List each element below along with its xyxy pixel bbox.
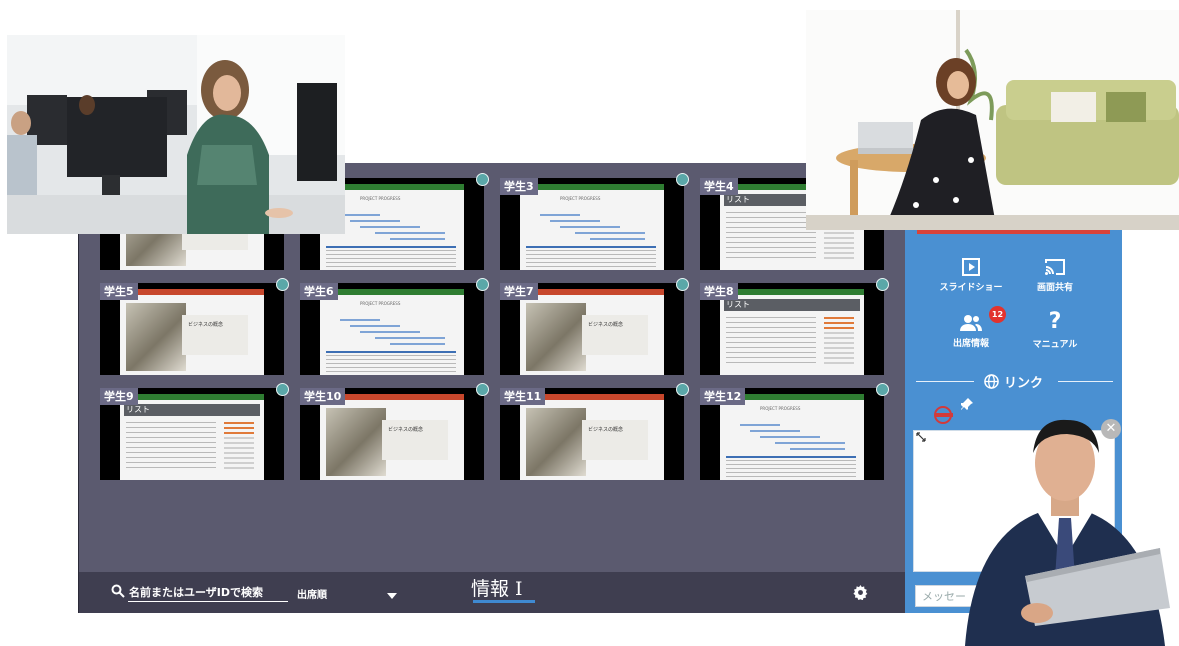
screen-thumbnail: PROJECT PROGRESS — [720, 394, 864, 480]
student-tile[interactable]: リスト 学生8 — [700, 278, 889, 375]
screen-thumbnail: リスト — [120, 394, 264, 480]
screen-thumbnail: PROJECT PROGRESS — [520, 184, 664, 270]
attendance-label: 出席情報 — [952, 339, 989, 349]
gear-icon[interactable] — [853, 585, 868, 600]
screen-thumbnail: ビジネスの概念 — [520, 394, 664, 480]
slideshow-button[interactable]: スライドショー — [936, 258, 1006, 293]
student-tile[interactable]: ビジネスの概念 学生10 — [300, 383, 489, 480]
screen-thumbnail: PROJECT PROGRESS — [320, 289, 464, 375]
list-title: リスト — [126, 405, 150, 414]
chart-title: PROJECT PROGRESS — [760, 406, 801, 411]
chart-title: PROJECT PROGRESS — [360, 196, 401, 201]
list-title: リスト — [726, 300, 750, 309]
slideshow-label: スライドショー — [939, 283, 1003, 293]
chart-title: PROJECT PROGRESS — [560, 196, 601, 201]
list-title: リスト — [726, 195, 750, 204]
student-tile[interactable]: PROJECT PROGRESS 学生6 — [300, 278, 489, 375]
screen-share-label: 画面共有 — [1036, 283, 1073, 293]
link-divider-left — [916, 381, 974, 382]
student-name-label: 学生4 — [700, 178, 738, 195]
people-icon — [960, 315, 982, 331]
student-name-label: 学生7 — [500, 283, 538, 300]
student-tile[interactable]: PROJECT PROGRESS 学生3 — [500, 173, 689, 270]
link-section-title: リンク — [1004, 376, 1044, 391]
status-dot-icon — [676, 278, 689, 291]
status-dot-icon — [476, 173, 489, 186]
student-name-label: 学生3 — [500, 178, 538, 195]
screen-thumbnail: ビジネスの概念 — [320, 394, 464, 480]
globe-icon — [984, 374, 999, 389]
slide-title: ビジネスの概念 — [588, 427, 624, 433]
manual-button[interactable]: ? マニュアル — [1020, 309, 1090, 351]
student-name-label: 学生6 — [300, 283, 338, 300]
home-photo — [806, 10, 1179, 230]
slide-title: ビジネスの概念 — [388, 427, 424, 433]
search-input[interactable]: 名前またはユーザIDで検索 — [129, 584, 263, 600]
student-name-label: 学生8 — [700, 283, 738, 300]
status-dot-icon — [476, 383, 489, 396]
sort-select[interactable]: 出席順 — [297, 586, 327, 601]
logo-icon[interactable] — [932, 405, 956, 425]
course-title: 情報 I — [471, 578, 523, 600]
student-name-label: 学生11 — [500, 388, 546, 405]
student-tile[interactable]: ビジネスの概念 学生5 — [100, 278, 289, 375]
manual-label: マニュアル — [1032, 340, 1078, 350]
status-dot-icon — [276, 383, 289, 396]
link-divider-right — [1058, 381, 1113, 382]
chart-title: PROJECT PROGRESS — [360, 301, 401, 306]
screen-thumbnail: ビジネスの概念 — [120, 289, 264, 375]
student-name-label: 学生10 — [300, 388, 346, 405]
screen-thumbnail: ビジネスの概念 — [520, 289, 664, 375]
status-dot-icon — [676, 383, 689, 396]
expand-icon[interactable] — [916, 432, 926, 442]
status-dot-icon — [876, 383, 889, 396]
screen-share-button[interactable]: 画面共有 — [1020, 258, 1090, 293]
student-tile[interactable]: PROJECT PROGRESS 学生12 — [700, 383, 889, 480]
attendance-count-badge: 12 — [989, 306, 1006, 323]
status-dot-icon — [876, 278, 889, 291]
play-icon — [962, 258, 980, 276]
student-name-label: 学生5 — [100, 283, 138, 300]
search-icon[interactable] — [111, 584, 125, 598]
student-tile[interactable]: ビジネスの概念 学生7 — [500, 278, 689, 375]
search-underline — [128, 601, 288, 602]
screen-thumbnail: リスト — [720, 289, 864, 375]
course-title-underline — [473, 600, 535, 603]
help-icon: ? — [1048, 309, 1062, 334]
businessman-photo — [955, 408, 1179, 646]
cast-icon — [1045, 259, 1065, 275]
slide-title: ビジネスの概念 — [588, 322, 624, 328]
classroom-photo — [7, 35, 345, 234]
chevron-down-icon[interactable] — [387, 593, 397, 599]
status-dot-icon — [476, 278, 489, 291]
student-tile[interactable]: ビジネスの概念 学生11 — [500, 383, 689, 480]
student-name-label: 学生12 — [700, 388, 746, 405]
student-name-label: 学生9 — [100, 388, 138, 405]
slide-title: ビジネスの概念 — [188, 322, 224, 328]
student-tile[interactable]: リスト 学生9 — [100, 383, 289, 480]
status-dot-icon — [276, 278, 289, 291]
status-dot-icon — [676, 173, 689, 186]
